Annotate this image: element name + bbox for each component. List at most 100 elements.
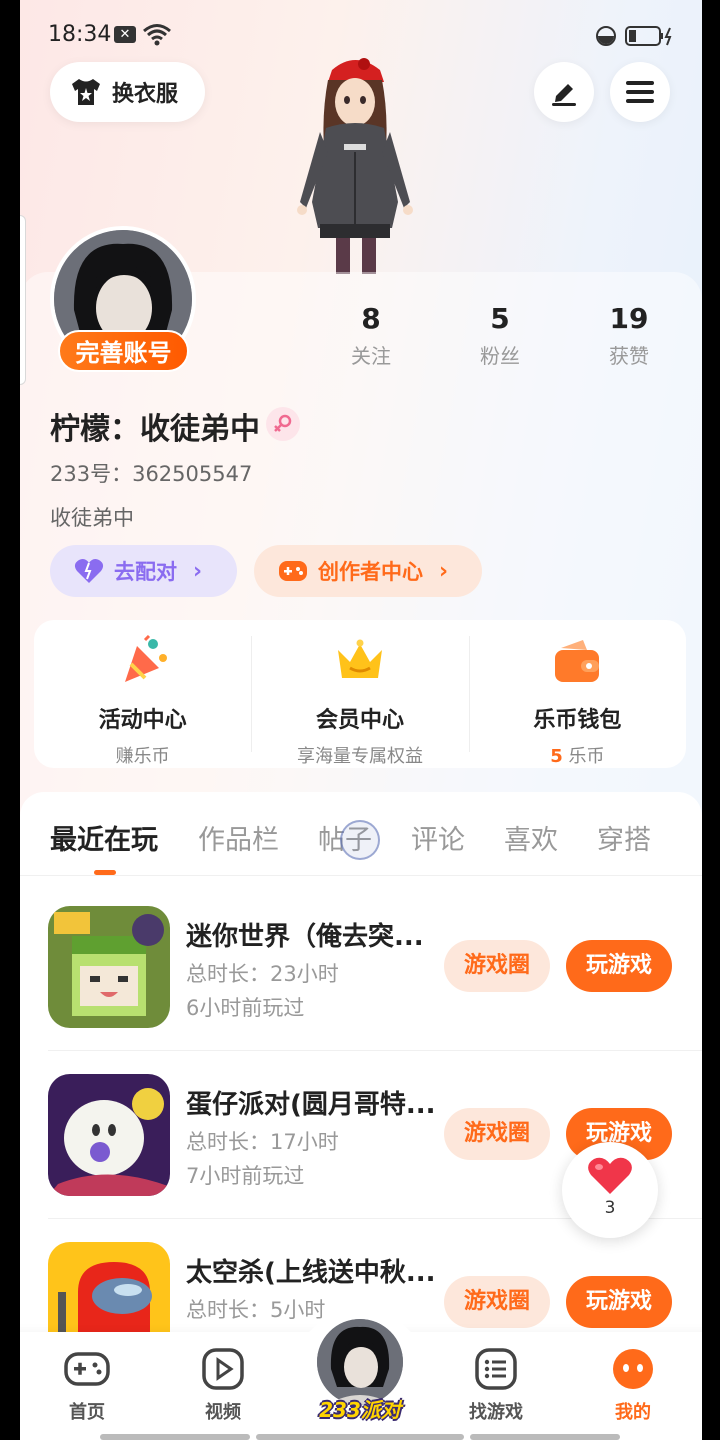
game-item[interactable]: 迷你世界（俺去突... 总时长：23小时 6小时前玩过 游戏圈 玩游戏 bbox=[48, 890, 698, 1058]
system-gesture-bar bbox=[100, 1434, 250, 1440]
coin-balance: 5 bbox=[550, 746, 563, 767]
edit-profile-button[interactable] bbox=[534, 62, 594, 122]
wifi-icon bbox=[143, 24, 171, 46]
profile-face-icon bbox=[613, 1349, 653, 1389]
feature-shortcuts: 活动中心 赚乐币 会员中心 享海量专属权益 乐币钱包 5 乐币 bbox=[34, 620, 686, 768]
likes-label: 获赞 bbox=[609, 344, 649, 368]
nav-find-game-label: 找游戏 bbox=[469, 1402, 523, 1423]
pencil-icon bbox=[552, 84, 576, 106]
nav-video[interactable]: 视频 bbox=[178, 1346, 268, 1424]
match-label: 去配对 bbox=[114, 560, 177, 584]
activity-center-title: 活动中心 bbox=[98, 708, 187, 733]
complete-account-badge[interactable]: 完善账号 bbox=[58, 330, 189, 372]
game-icon bbox=[48, 906, 170, 1028]
change-outfit-label: 换衣服 bbox=[112, 82, 179, 107]
tab-likes[interactable]: 喜欢 bbox=[504, 818, 558, 857]
stat-likes[interactable]: 19 获赞 bbox=[579, 300, 679, 369]
game-duration: 总时长：23小时 bbox=[186, 962, 339, 986]
tab-comments[interactable]: 评论 bbox=[411, 818, 465, 857]
heart-icon bbox=[588, 1157, 632, 1194]
wallet-icon bbox=[555, 640, 600, 682]
creator-center-label: 创作者中心 bbox=[318, 560, 423, 584]
active-tab-indicator bbox=[94, 870, 116, 875]
heart-icon bbox=[74, 559, 104, 583]
coin-wallet[interactable]: 乐币钱包 5 乐币 bbox=[468, 620, 686, 768]
coin-wallet-sub: 5 乐币 bbox=[469, 742, 686, 768]
tab-works[interactable]: 作品栏 bbox=[198, 818, 279, 857]
change-outfit-button[interactable]: 换衣服 bbox=[50, 62, 205, 122]
touch-indicator bbox=[340, 820, 380, 860]
gamepad-icon bbox=[64, 1352, 110, 1386]
nav-home[interactable]: 首页 bbox=[42, 1346, 132, 1424]
game-last-played: 6小时前玩过 bbox=[186, 996, 305, 1020]
game-icon bbox=[48, 1074, 170, 1196]
activity-center[interactable]: 活动中心 赚乐币 bbox=[34, 620, 251, 768]
vip-center-sub: 享海量专属权益 bbox=[296, 746, 423, 767]
likes-count: 19 bbox=[609, 302, 649, 335]
game-circle-button[interactable]: 游戏圈 bbox=[444, 940, 550, 992]
play-game-button[interactable]: 玩游戏 bbox=[566, 1276, 672, 1328]
content-panel: 最近在玩 作品栏 帖子 评论 喜欢 穿搭 迷你世界（俺去突... 总时长：23小… bbox=[20, 792, 702, 1364]
row-divider bbox=[48, 1050, 702, 1051]
creator-center-button[interactable]: 创作者中心 › bbox=[254, 545, 482, 597]
tshirt-icon bbox=[72, 79, 100, 105]
nav-find-game[interactable]: 找游戏 bbox=[451, 1346, 541, 1424]
screen: 18:34 ✕ 换衣服 完善账号 8 关注 5 粉丝 19 获赞 柠檬：收徒弟中… bbox=[0, 0, 720, 1440]
menu-icon bbox=[626, 81, 654, 103]
username: 柠檬：收徒弟中 bbox=[50, 412, 260, 447]
user-id: 233号：362505547 bbox=[50, 462, 253, 486]
screen-edge-right bbox=[702, 0, 720, 1440]
status-time: 18:34 bbox=[48, 22, 112, 47]
gamepad-icon bbox=[279, 561, 307, 581]
menu-button[interactable] bbox=[610, 62, 670, 122]
gender-female-icon bbox=[266, 407, 300, 441]
game-duration: 总时长：17小时 bbox=[186, 1130, 339, 1154]
match-button[interactable]: 去配对 › bbox=[50, 545, 237, 597]
like-count: 3 bbox=[604, 1198, 616, 1218]
avatar-figure[interactable] bbox=[280, 52, 430, 274]
tab-outfits[interactable]: 穿搭 bbox=[597, 818, 651, 857]
coin-unit: 乐币 bbox=[568, 746, 605, 767]
game-circle-button[interactable]: 游戏圈 bbox=[444, 1108, 550, 1160]
following-count: 8 bbox=[361, 302, 381, 335]
vip-center[interactable]: 会员中心 享海量专属权益 bbox=[251, 620, 468, 768]
nav-mine[interactable]: 我的 bbox=[588, 1346, 678, 1424]
fans-label: 粉丝 bbox=[480, 344, 520, 368]
game-circle-button[interactable]: 游戏圈 bbox=[444, 1276, 550, 1328]
coin-wallet-title: 乐币钱包 bbox=[533, 708, 622, 733]
screen-edge-left bbox=[0, 0, 20, 1440]
fans-count: 5 bbox=[490, 302, 510, 335]
like-float-button[interactable]: 3 bbox=[562, 1142, 658, 1238]
nav-home-label: 首页 bbox=[69, 1402, 105, 1423]
user-bio: 收徒弟中 bbox=[50, 506, 134, 530]
video-play-icon bbox=[202, 1348, 244, 1390]
crown-icon bbox=[337, 639, 382, 678]
game-title: 迷你世界（俺去突... bbox=[186, 922, 424, 952]
stat-following[interactable]: 8 关注 bbox=[321, 300, 421, 369]
notification-icon: ✕ bbox=[114, 26, 136, 43]
party-avatar bbox=[317, 1319, 403, 1405]
battery-icon bbox=[596, 26, 672, 46]
game-title: 太空杀(上线送中秋... bbox=[186, 1258, 436, 1288]
list-icon bbox=[475, 1348, 517, 1390]
profile-tabs: 最近在玩 作品栏 帖子 评论 喜欢 穿搭 bbox=[20, 792, 702, 876]
game-duration: 总时长：5小时 bbox=[186, 1298, 326, 1322]
system-gesture-bar bbox=[256, 1434, 464, 1440]
party-label: 233派对 bbox=[319, 1398, 401, 1422]
tab-recently-played[interactable]: 最近在玩 bbox=[50, 818, 158, 857]
following-label: 关注 bbox=[351, 344, 391, 368]
chevron-right-icon: › bbox=[439, 558, 449, 584]
game-title: 蛋仔派对(圆月哥特... bbox=[186, 1090, 436, 1120]
vip-center-title: 会员中心 bbox=[315, 708, 404, 733]
nav-video-label: 视频 bbox=[205, 1402, 241, 1423]
bottom-nav: 首页 视频 233派对 找游戏 我的 bbox=[0, 1310, 720, 1440]
party-popper-icon bbox=[124, 634, 167, 682]
chevron-right-icon: › bbox=[193, 558, 203, 584]
activity-center-sub: 赚乐币 bbox=[115, 746, 170, 767]
side-drawer-handle[interactable] bbox=[20, 215, 26, 385]
play-game-button[interactable]: 玩游戏 bbox=[566, 940, 672, 992]
system-gesture-bar bbox=[470, 1434, 620, 1440]
stat-fans[interactable]: 5 粉丝 bbox=[450, 300, 550, 369]
game-last-played: 7小时前玩过 bbox=[186, 1164, 305, 1188]
nav-mine-label: 我的 bbox=[615, 1402, 651, 1423]
